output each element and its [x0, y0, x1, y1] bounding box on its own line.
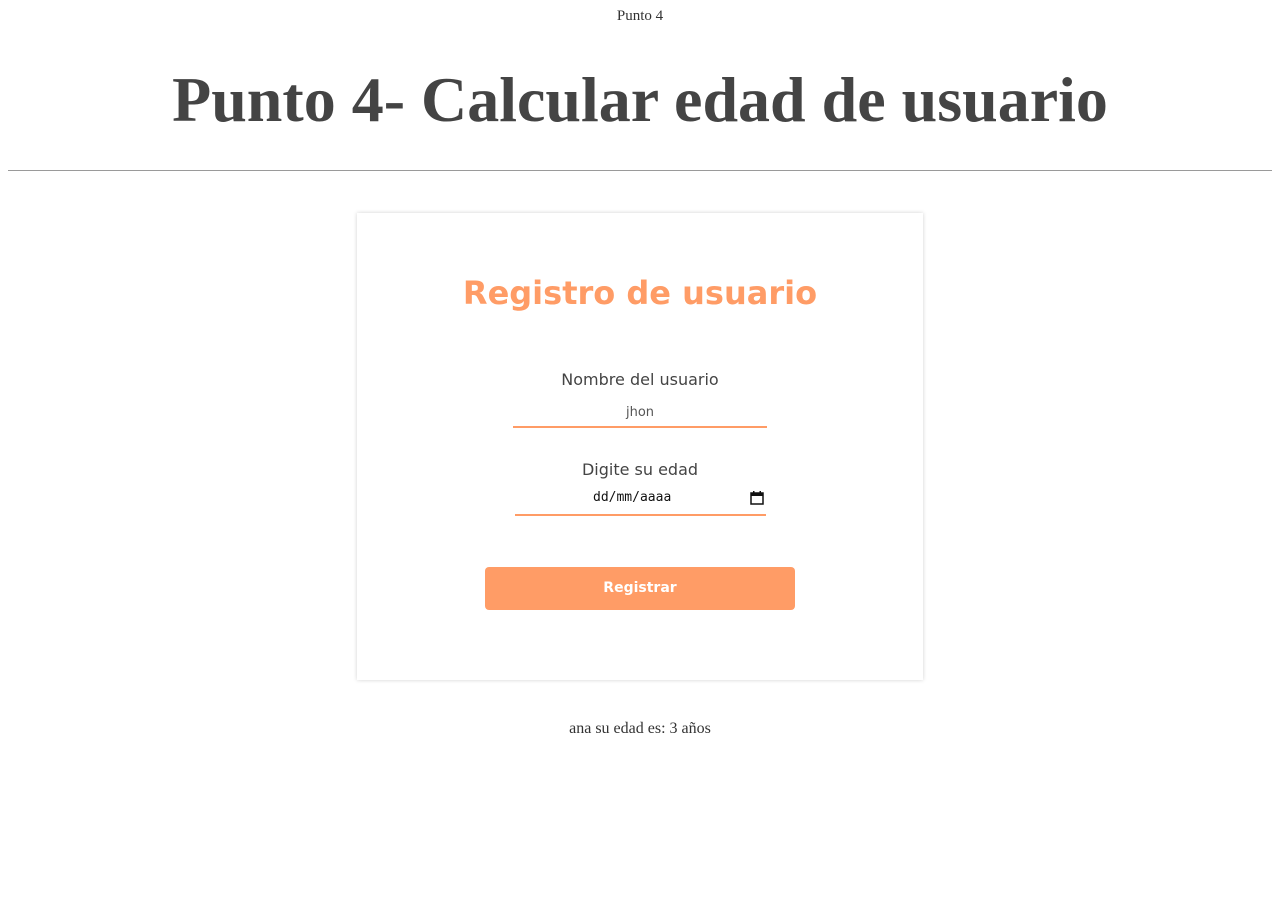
- age-label: Digite su edad: [581, 460, 699, 479]
- page-title: Punto 4- Calcular edad de usuario: [172, 64, 1108, 135]
- date-placeholder: dd/mm/aaaa: [593, 490, 672, 505]
- form-title: Registro de usuario: [462, 274, 818, 312]
- result-text: ana su edad es: 3 años: [569, 720, 711, 737]
- calendar-icon[interactable]: [750, 491, 764, 505]
- name-label: Nombre del usuario: [561, 370, 719, 389]
- divider: [8, 170, 1272, 171]
- name-input[interactable]: [513, 398, 767, 428]
- date-input[interactable]: dd/mm/aaaa: [515, 486, 766, 516]
- top-label: Punto 4: [616, 8, 664, 24]
- register-button[interactable]: Registrar: [485, 567, 795, 610]
